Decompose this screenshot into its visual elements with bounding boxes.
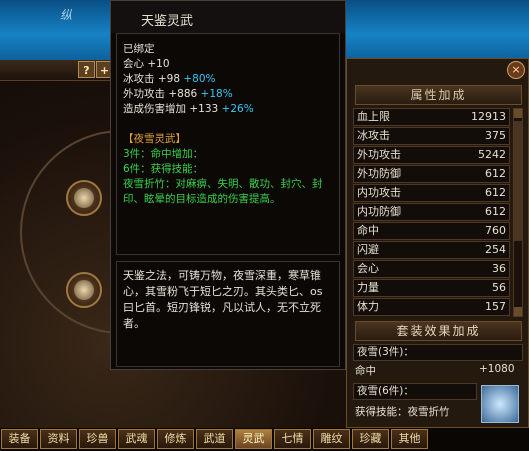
- tab-cultivation[interactable]: 修炼: [157, 429, 194, 449]
- attr-row: 力量 56: [353, 279, 510, 297]
- attr-scrollbar[interactable]: [513, 108, 523, 317]
- tab-pets[interactable]: 珍兽: [79, 429, 116, 449]
- attr-row: 会心 36: [353, 260, 510, 278]
- attr-row: 冰攻击 375: [353, 127, 510, 145]
- help-button[interactable]: ?: [78, 61, 95, 78]
- item-tooltip: 天鉴灵武 已绑定 会心 +10 冰攻击 +98 +80% 外功攻击 +886 +…: [110, 0, 346, 370]
- attr-panel-header: 属性加成: [355, 85, 522, 105]
- attr-row: 内功攻击 612: [353, 184, 510, 202]
- tab-engraving[interactable]: 雕纹: [313, 429, 350, 449]
- skill-icon[interactable]: [481, 385, 519, 423]
- equip-slot-dagger[interactable]: [66, 272, 102, 308]
- scroll-down-arrow[interactable]: [514, 307, 522, 316]
- attr-row: 血上限 12913: [353, 108, 510, 126]
- attr-row: 闪避 254: [353, 241, 510, 259]
- close-button[interactable]: ×: [507, 61, 525, 79]
- bound-status: 已绑定: [123, 43, 155, 55]
- set-6-label: 夜雪(6件)：: [353, 383, 477, 400]
- tab-profile[interactable]: 资料: [40, 429, 77, 449]
- stat-line: 会心 +10: [123, 58, 170, 70]
- set-6-skill: 获得技能：夜雪折竹: [355, 406, 450, 418]
- tab-other[interactable]: 其他: [391, 429, 428, 449]
- equip-slot-ring[interactable]: [66, 180, 102, 216]
- attr-row: 外功攻击 5242: [353, 146, 510, 164]
- attr-row: 外功防御 612: [353, 165, 510, 183]
- stat-line: 造成伤害增加 +133 +26%: [123, 103, 254, 115]
- set-3-value: +1080: [479, 363, 515, 375]
- tab-martial[interactable]: 武道: [196, 429, 233, 449]
- tab-collection[interactable]: 珍藏: [352, 429, 389, 449]
- attr-row: 体力 157: [353, 298, 510, 316]
- set-3-stat: 命中: [355, 365, 376, 377]
- dagger-item-icon: [74, 280, 94, 300]
- set-3-label: 夜雪(3件)：: [353, 344, 523, 361]
- set-effect-header: 套装效果加成: [355, 321, 522, 341]
- item-name: 天鉴灵武: [141, 14, 194, 29]
- tab-soul[interactable]: 武魂: [118, 429, 155, 449]
- set-bonus-6: 6件：获得技能：: [123, 163, 204, 175]
- ring-item-icon: [74, 188, 94, 208]
- scroll-up-arrow[interactable]: [514, 109, 522, 118]
- item-lore-text: 天鉴之法，可铸万物，夜雪深重，寒草锥心，其雪粉飞于短匕之刃。其头类匕、os曰匕首…: [116, 261, 340, 367]
- scene-text: 纵: [60, 8, 73, 22]
- tab-equipment[interactable]: 装备: [1, 429, 38, 449]
- stat-line: 外功攻击 +886 +18%: [123, 88, 233, 100]
- tab-emotions[interactable]: 七情: [274, 429, 311, 449]
- bottom-tab-bar: 装备 资料 珍兽 武魂 修炼 武道 灵武 七情 雕纹 珍藏 其他: [0, 428, 529, 451]
- scroll-thumb[interactable]: [514, 121, 522, 241]
- attribute-panel: × 属性加成 血上限 12913 冰攻击 375 外功攻击 5242 外功防御 612 …: [346, 58, 529, 428]
- attr-row: 内功防御 612: [353, 203, 510, 221]
- skill-description: 夜雪折竹：对麻痹、失明、散功、封穴、封印、眩晕的目标造成的伤害提高。: [123, 178, 323, 205]
- attr-row: 命中 760: [353, 222, 510, 240]
- stat-line: 冰攻击 +98 +80%: [123, 73, 216, 85]
- tooltip-stats-box: 已绑定 会心 +10 冰攻击 +98 +80% 外功攻击 +886 +18% 造…: [116, 33, 340, 255]
- attribute-list[interactable]: 血上限 12913 冰攻击 375 外功攻击 5242 外功防御 612 内功攻击 612…: [353, 108, 510, 317]
- set-name: 【夜雪灵武】: [123, 133, 186, 145]
- tooltip-title-bar: 天鉴灵武: [111, 1, 345, 33]
- set-bonus-3: 3件：命中增加：: [123, 148, 204, 160]
- tab-lingwu[interactable]: 灵武: [235, 429, 272, 449]
